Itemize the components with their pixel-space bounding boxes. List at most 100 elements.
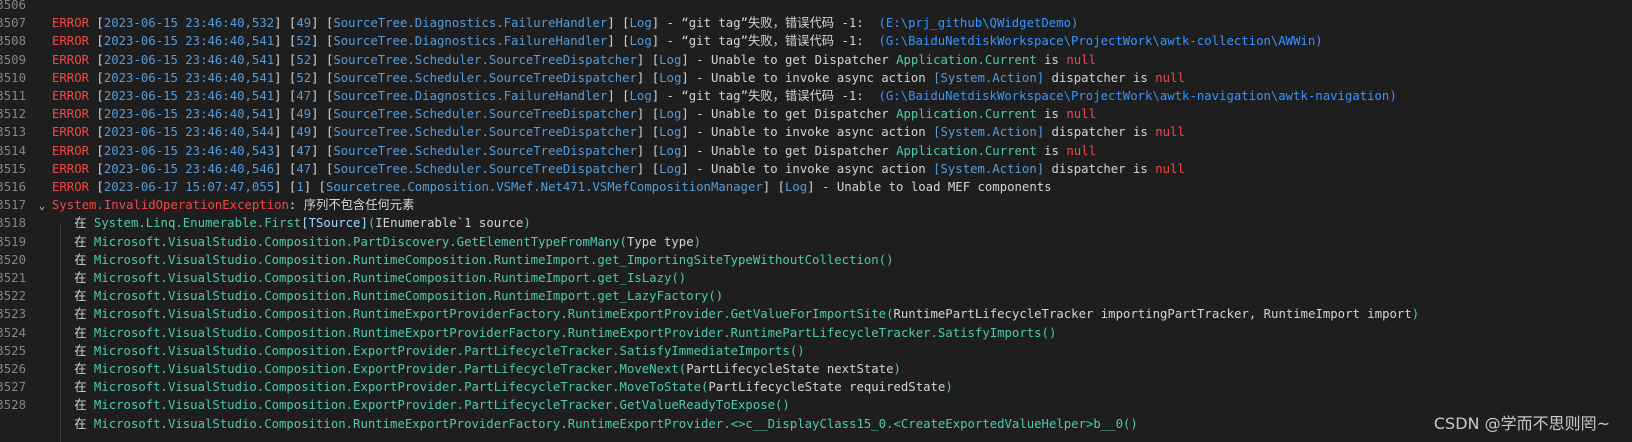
- line-code: ERROR [2023-06-15 23:46:40,532] [49] [So…: [52, 14, 1078, 33]
- line-code: 在 Microsoft.VisualStudio.Composition.Run…: [52, 305, 1419, 324]
- code-token: is: [1036, 107, 1067, 122]
- log-line[interactable]: 3516 ERROR [2023-06-17 15:07:47,055] [1] …: [0, 178, 1632, 197]
- code-token: ERROR: [52, 89, 90, 103]
- log-line[interactable]: 3510 ERROR [2023-06-15 23:46:40,541] [52]…: [0, 69, 1632, 88]
- code-token: Application.Current: [896, 143, 1037, 158]
- code-token: ): [523, 216, 531, 231]
- code-token: ERROR: [52, 70, 90, 85]
- line-code: ERROR [2023-06-15 23:46:40,544] [49] [So…: [52, 123, 1185, 142]
- code-token: 47: [296, 143, 312, 158]
- log-line[interactable]: 3521 在 Microsoft.VisualStudio.Compositio…: [0, 269, 1632, 288]
- code-token: 2023-06-15 23:46:40,543: [103, 143, 275, 158]
- code-token: 2023-06-15 23:46:40,544: [103, 125, 275, 140]
- log-line[interactable]: 3518 在 System.Linq.Enumerable.First[TSou…: [0, 214, 1632, 233]
- code-token: SourceTree.Scheduler.SourceTreeDispatche…: [333, 70, 637, 85]
- code-token: Log: [629, 89, 652, 103]
- line-code: ERROR [2023-06-15 23:46:40,541] [52] [So…: [52, 32, 1323, 51]
- code-token: Log: [659, 143, 682, 158]
- code-token: 2023-06-15 23:46:40,532: [103, 16, 275, 31]
- log-line[interactable]: 3526 在 Microsoft.VisualStudio.Compositio…: [0, 360, 1632, 379]
- code-token: Microsoft.VisualStudio.Composition.PartD…: [93, 234, 627, 249]
- code-token: ERROR: [52, 34, 90, 49]
- line-code: 在 System.Linq.Enumerable.First[TSource](…: [52, 214, 531, 233]
- code-token: ERROR: [52, 143, 90, 158]
- line-number: 3517: [0, 198, 26, 213]
- code-token: [System.Action]: [933, 161, 1045, 176]
- code-token: ] [: [311, 89, 334, 103]
- code-token: SourceTree.Diagnostics.FailureHandler: [333, 34, 608, 49]
- log-line[interactable]: 3515 ERROR [2023-06-15 23:46:40,546] [47]…: [0, 160, 1632, 179]
- line-code: ERROR [2023-06-15 23:46:40,541] [49] [So…: [52, 105, 1096, 124]
- log-line[interactable]: 3514 ERROR [2023-06-15 23:46:40,543] [47]…: [0, 142, 1632, 161]
- code-token: System.InvalidOperationException: [52, 198, 289, 213]
- code-token: ] [: [636, 70, 660, 85]
- code-token: (G:\BaiduNetdiskWorkspace\ProjectWork\aw…: [878, 89, 1397, 103]
- code-token: ERROR: [52, 180, 90, 194]
- line-code: 在 Microsoft.VisualStudio.Composition.Exp…: [52, 396, 790, 415]
- log-line[interactable]: 3520 在 Microsoft.VisualStudio.Compositio…: [0, 251, 1632, 270]
- code-token: [TSource]: [301, 216, 368, 231]
- line-code: ERROR [2023-06-15 23:46:40,543] [47] [So…: [52, 142, 1096, 161]
- code-token: 52: [296, 70, 312, 85]
- code-token: [: [89, 125, 104, 140]
- fold-chevron-icon[interactable]: ⌄: [35, 196, 49, 215]
- log-line[interactable]: 3513 ERROR [2023-06-15 23:46:40,544] [49]…: [0, 123, 1632, 142]
- code-token: null: [1155, 125, 1185, 140]
- log-line[interactable]: 3524 在 Microsoft.VisualStudio.Compositio…: [0, 324, 1632, 343]
- code-token: 在: [52, 271, 94, 285]
- log-line[interactable]: 3528 在 Microsoft.VisualStudio.Compositio…: [0, 396, 1632, 415]
- code-token: ] [: [274, 16, 297, 31]
- line-number: 3524: [0, 325, 26, 340]
- log-line[interactable]: 3509 ERROR [2023-06-15 23:46:40,541] [52]…: [0, 51, 1632, 70]
- code-token: System.Linq.Enumerable.First: [93, 216, 302, 231]
- line-code: ERROR [2023-06-15 23:46:40,541] [47] [So…: [52, 87, 1397, 106]
- code-token: Type type: [626, 234, 694, 249]
- log-line[interactable]: 3523 在 Microsoft.VisualStudio.Compositio…: [0, 305, 1632, 324]
- line-number: 3510: [0, 70, 26, 85]
- code-token: 47: [296, 89, 312, 103]
- line-number: 3526: [0, 362, 26, 376]
- code-token: null: [1066, 143, 1096, 158]
- code-token: ] [: [636, 125, 660, 140]
- code-token: [: [89, 34, 104, 49]
- code-token: Microsoft.VisualStudio.Composition.Expor…: [93, 343, 805, 358]
- code-token: 在: [52, 380, 94, 395]
- code-token: SourceTree.Scheduler.SourceTreeDispatche…: [333, 107, 637, 122]
- code-token: ] [: [274, 180, 297, 194]
- line-number: 3525: [0, 343, 26, 358]
- code-token: [: [89, 16, 104, 31]
- line-code: 在 Microsoft.VisualStudio.Composition.Run…: [52, 251, 893, 270]
- code-token: ] [: [636, 161, 660, 176]
- code-token: 49: [296, 16, 312, 31]
- log-line[interactable]: 在 Microsoft.VisualStudio.Composition.Run…: [0, 415, 1632, 434]
- code-token: [: [89, 143, 104, 158]
- line-number: 3515: [0, 161, 26, 176]
- log-line[interactable]: 3527 在 Microsoft.VisualStudio.Compositio…: [0, 378, 1632, 397]
- code-token: ] [: [311, 107, 334, 122]
- code-token: SourceTree.Scheduler.SourceTreeDispatche…: [333, 125, 637, 140]
- log-line[interactable]: 3517 ⌄ System.InvalidOperationException: 序…: [0, 196, 1632, 215]
- log-line[interactable]: 3525 在 Microsoft.VisualStudio.Compositio…: [0, 342, 1632, 361]
- code-token: Microsoft.VisualStudio.Composition.Runti…: [93, 252, 894, 267]
- log-line[interactable]: 3507 ERROR [2023-06-15 23:46:40,532] [49]…: [0, 14, 1632, 33]
- code-token: Microsoft.VisualStudio.Composition.Expor…: [93, 398, 790, 413]
- log-line[interactable]: 3519 在 Microsoft.VisualStudio.Compositio…: [0, 233, 1632, 252]
- code-token: ] [: [274, 161, 297, 176]
- csdn-watermark: CSDN @学而不思则罔~: [1433, 414, 1610, 433]
- code-token: ] [: [274, 34, 297, 49]
- code-token: IEnumerable`1 source: [375, 216, 524, 231]
- code-token: Log: [659, 70, 682, 85]
- log-line[interactable]: 3512 ERROR [2023-06-15 23:46:40,541] [49]…: [0, 105, 1632, 124]
- log-line[interactable]: 3522 在 Microsoft.VisualStudio.Compositio…: [0, 287, 1632, 306]
- log-line[interactable]: 3508 ERROR [2023-06-15 23:46:40,541] [52]…: [0, 32, 1632, 51]
- code-token: is: [1036, 143, 1067, 158]
- log-editor[interactable]: 3506 3507 ERROR [2023-06-15 23:46:40,532] …: [0, 0, 1632, 442]
- code-token: is: [1036, 52, 1067, 67]
- log-line[interactable]: 3511 ERROR [2023-06-15 23:46:40,541] [47]…: [0, 87, 1632, 106]
- code-token: dispatcher is: [1044, 70, 1156, 85]
- log-line[interactable]: 3506: [0, 0, 1632, 15]
- code-token: (G:\BaiduNetdiskWorkspace\ProjectWork\aw…: [878, 34, 1323, 49]
- code-token: 在: [52, 416, 94, 431]
- code-token: 在: [52, 307, 94, 322]
- code-token: dispatcher is: [1044, 125, 1156, 140]
